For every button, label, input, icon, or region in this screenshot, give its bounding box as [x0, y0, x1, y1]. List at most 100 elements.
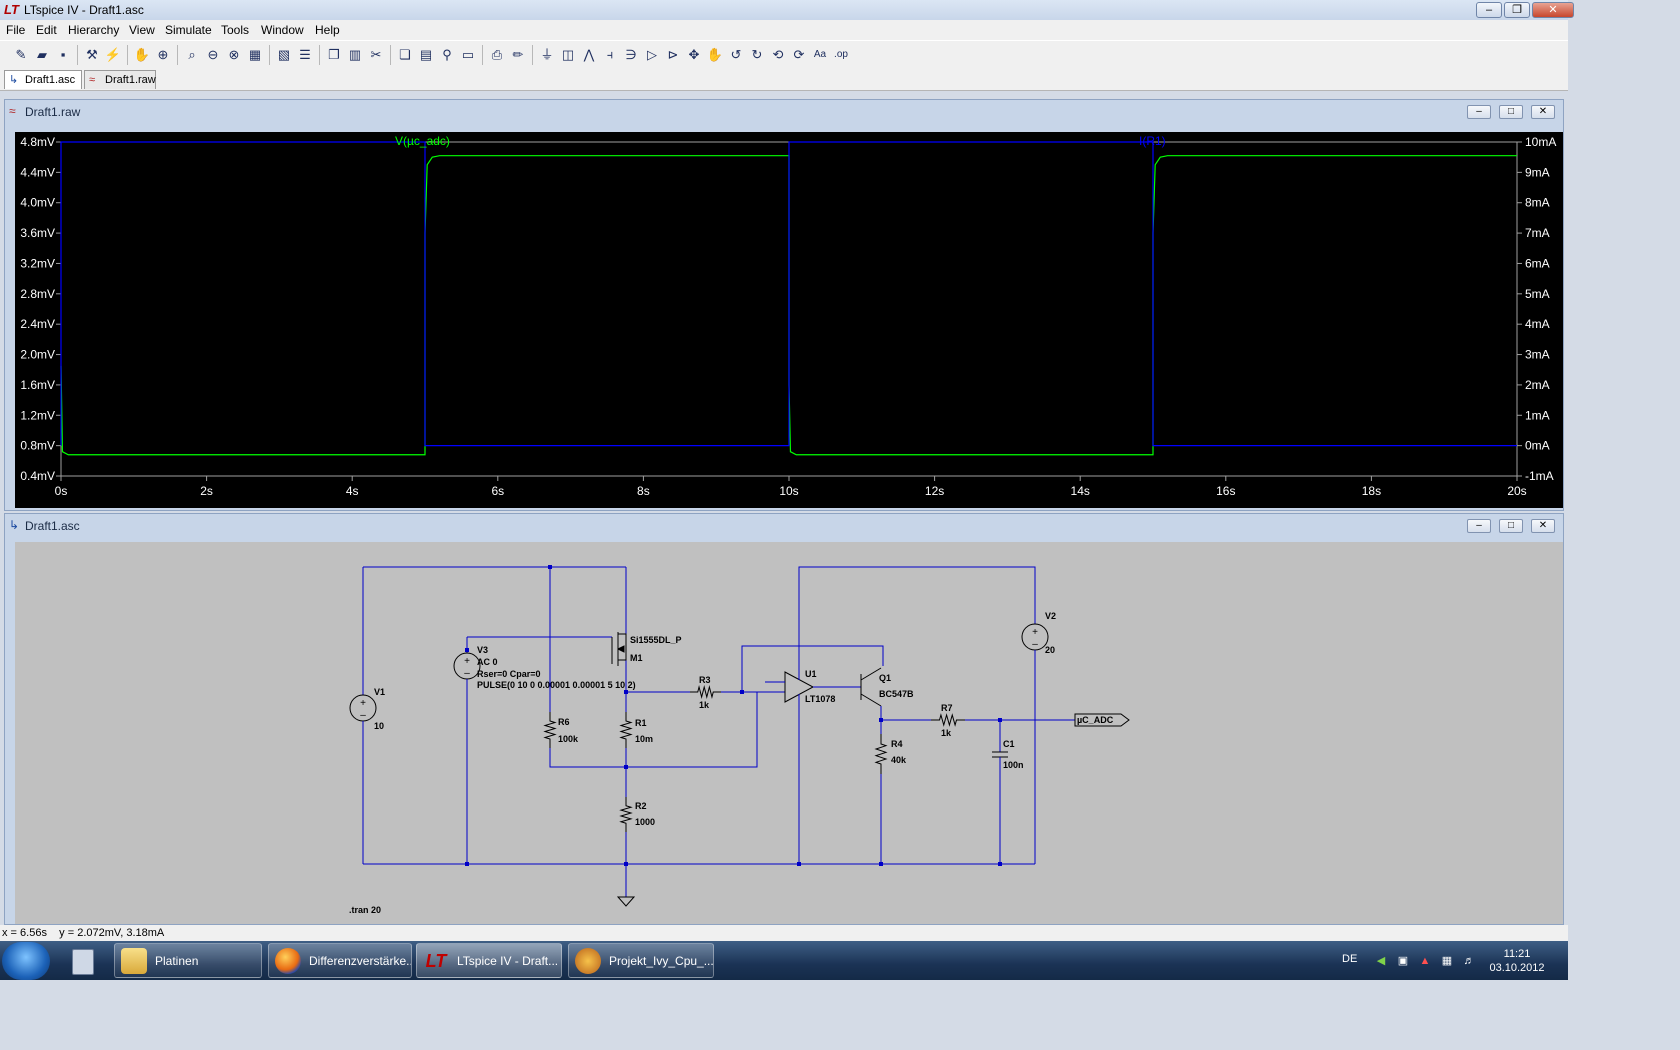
print-setup-icon[interactable]: ▭: [459, 46, 477, 64]
close-button[interactable]: ✕: [1532, 2, 1574, 18]
tray-network-icon[interactable]: ▦: [1440, 954, 1454, 968]
print-icon[interactable]: ⎙: [488, 46, 506, 64]
capacitor-icon[interactable]: ⫞: [601, 46, 619, 64]
waveform-maximize-button[interactable]: □: [1499, 105, 1523, 119]
waveform-chart[interactable]: 4.8mV 4.4mV 4.0mV 3.6mV 3.2mV 2.8mV 2.4mV 2.0mV…: [15, 132, 1563, 508]
open-icon[interactable]: ▰: [33, 46, 51, 64]
find-icon[interactable]: ⚲: [438, 46, 456, 64]
schematic-window-title: Draft1.asc: [25, 519, 80, 533]
tab-draft1-asc[interactable]: ↳ Draft1.asc: [4, 70, 82, 89]
minimize-button[interactable]: –: [1476, 2, 1502, 18]
inductor-icon[interactable]: ∋: [622, 46, 640, 64]
resistor-r4[interactable]: [874, 734, 888, 774]
halt-icon[interactable]: ✋: [133, 46, 151, 64]
pick-visible-traces-icon[interactable]: ▧: [275, 46, 293, 64]
waveform-minimize-button[interactable]: –: [1467, 105, 1491, 119]
resistor-r2[interactable]: [619, 797, 633, 832]
taskbar-item-ltspice[interactable]: LT LTspice IV - Draft...: [416, 943, 562, 978]
save-icon[interactable]: ▪: [54, 46, 72, 64]
move-icon[interactable]: ✥: [685, 46, 703, 64]
start-button[interactable]: [2, 942, 50, 980]
rotate-icon[interactable]: ⟲: [769, 46, 787, 64]
ground-symbol[interactable]: [616, 896, 636, 907]
toolbar: ✎ ▰ ▪ ⚒ ⚡ ✋ ⊕ ⌕ ⊖ ⊗ ▦ ▧ ☰ ❐ ▥ ✂ ❏ ▤ ⚲ ▭ ⎙ ✏ ⏚ ◫ ⋀ ⫞ ∋ ▷ ⊳ ✥ ✋ ↺ ↻ ⟲ ⟳ Aa .op: [0, 40, 1568, 70]
tile-vertical-icon[interactable]: ▥: [346, 46, 364, 64]
bjt-emitter[interactable]: [860, 693, 882, 707]
tray-antivirus-icon[interactable]: ▲: [1418, 954, 1432, 968]
menu-window[interactable]: Window: [261, 23, 304, 37]
tab-draft1-raw[interactable]: ≈ Draft1.raw: [84, 70, 156, 89]
series-line-current[interactable]: [60, 141, 1517, 447]
taskbar-item-label: LTspice IV - Draft...: [457, 954, 559, 968]
text-icon[interactable]: Aa: [811, 46, 829, 64]
menu-bar: File Edit Hierarchy View Simulate Tools …: [0, 20, 1568, 40]
menu-help[interactable]: Help: [315, 23, 340, 37]
paste-icon[interactable]: ▤: [417, 46, 435, 64]
taskbar-item-projekt[interactable]: Projekt_Ivy_Cpu_...: [568, 943, 714, 978]
undo-icon[interactable]: ↺: [727, 46, 745, 64]
ltspice-icon: LT: [425, 951, 447, 971]
resistor-r6[interactable]: [543, 712, 557, 748]
ltspice-app-icon[interactable]: LT: [4, 3, 19, 17]
menu-edit[interactable]: Edit: [36, 23, 57, 37]
draw-wire-icon[interactable]: ✏: [509, 46, 527, 64]
run-icon[interactable]: ⚡: [104, 46, 122, 64]
zoom-area-icon[interactable]: ⌕: [183, 46, 201, 64]
menu-simulate[interactable]: Simulate: [165, 23, 212, 37]
wire[interactable]: [549, 748, 626, 768]
label-net-icon[interactable]: ◫: [559, 46, 577, 64]
zoom-cancel-icon[interactable]: ⊗: [225, 46, 243, 64]
schematic-minimize-button[interactable]: –: [1467, 519, 1491, 533]
calculator-quicklaunch[interactable]: [64, 945, 100, 977]
cursor-readout: x = 6.56s y = 2.072mV, 3.18mA: [2, 927, 165, 939]
bjt-collector[interactable]: [860, 667, 882, 681]
waveform-close-button[interactable]: ✕: [1531, 105, 1555, 119]
resistor-r3[interactable]: [690, 685, 721, 699]
schematic-close-button[interactable]: ✕: [1531, 519, 1555, 533]
menu-file[interactable]: File: [6, 23, 25, 37]
trace-label-current[interactable]: I(R1): [1139, 134, 1166, 148]
tray-volume-icon[interactable]: ♬: [1462, 954, 1476, 968]
component-icon[interactable]: ⊳: [664, 46, 682, 64]
zoom-in-icon[interactable]: ⊕: [154, 46, 172, 64]
new-schematic-icon[interactable]: ✎: [12, 46, 30, 64]
ground-icon[interactable]: ⏚: [538, 46, 556, 64]
copy-icon[interactable]: ❏: [396, 46, 414, 64]
drag-icon[interactable]: ✋: [706, 46, 724, 64]
menu-hierarchy[interactable]: Hierarchy: [68, 23, 119, 37]
cut-icon[interactable]: ✂: [367, 46, 385, 64]
taskbar-item-firefox[interactable]: Differenzverstärke...: [268, 943, 412, 978]
taskbar-item-platinen[interactable]: Platinen: [114, 943, 262, 978]
toolbar-separator: [390, 45, 391, 65]
diode-icon[interactable]: ▷: [643, 46, 661, 64]
control-panel-icon[interactable]: ⚒: [83, 46, 101, 64]
label-v2: V2: [1045, 611, 1056, 621]
y-left-tick-label: 2.8mV: [20, 287, 55, 301]
resistor-r1[interactable]: [619, 712, 633, 748]
wire-supply[interactable]: [798, 566, 1036, 680]
menu-view[interactable]: View: [129, 23, 155, 37]
autorange-icon[interactable]: ▦: [246, 46, 264, 64]
waveform-plot-area[interactable]: 4.8mV 4.4mV 4.0mV 3.6mV 3.2mV 2.8mV 2.4mV 2.0mV…: [15, 132, 1563, 508]
tray-monitor-icon[interactable]: ▣: [1396, 954, 1410, 968]
trace-label-voltage[interactable]: V(µc_adc): [395, 134, 450, 148]
junction-dot: [879, 862, 883, 866]
menu-tools[interactable]: Tools: [221, 23, 249, 37]
schematic-maximize-button[interactable]: □: [1499, 519, 1523, 533]
zoom-out-icon[interactable]: ⊖: [204, 46, 222, 64]
language-indicator[interactable]: DE: [1342, 953, 1357, 965]
mirror-icon[interactable]: ⟳: [790, 46, 808, 64]
y-left-tick-label: 0.4mV: [20, 469, 55, 483]
schematic-drawing[interactable]: +–V110+–V3AC 0Rser=0 Cpar=0PULSE(0 10 0 …: [15, 542, 1563, 924]
tray-arrow-icon[interactable]: ◀: [1374, 954, 1388, 968]
redo-icon[interactable]: ↻: [748, 46, 766, 64]
resistor-r7[interactable]: [931, 713, 965, 727]
tile-horizontal-icon[interactable]: ☰: [296, 46, 314, 64]
resistor-icon[interactable]: ⋀: [580, 46, 598, 64]
schematic-canvas[interactable]: + – V1 10 + – V3 AC 0 Rser=0 Cpar=0 PULSE(0 10 0 …: [15, 542, 1563, 924]
spice-directive-icon[interactable]: .op: [832, 46, 850, 64]
junction-dot: [465, 862, 469, 866]
restore-button[interactable]: ❐: [1504, 2, 1530, 18]
clock[interactable]: 11:21 03.10.2012: [1482, 947, 1552, 975]
cascade-icon[interactable]: ❐: [325, 46, 343, 64]
